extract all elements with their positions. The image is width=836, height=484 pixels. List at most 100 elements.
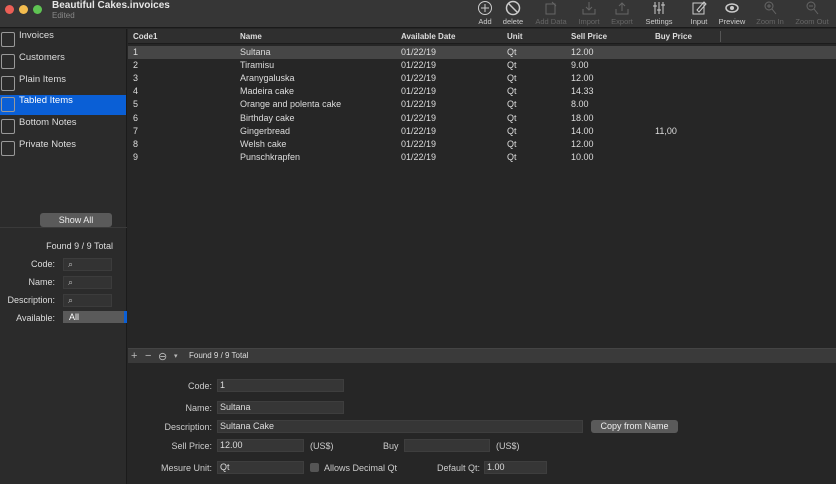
sidebar-divider	[0, 227, 127, 228]
export-toolbar-button[interactable]: Export	[602, 0, 642, 26]
found-count: Found 9 / 9 Total	[46, 241, 113, 251]
eye-icon	[725, 3, 739, 13]
table-bottom-bar: + − ⊖ ▾ Found 9 / 9 Total	[128, 348, 836, 363]
column-header[interactable]: Name	[240, 32, 262, 41]
sidebar-item-bottom-notes[interactable]: Bottom Notes	[0, 117, 126, 137]
table-cell: 01/22/19	[401, 47, 437, 57]
description-field[interactable]: Sultana Cake	[217, 420, 583, 433]
table-row[interactable]: 3 Aranygaluska 01/22/19 Qt 12.00	[128, 72, 836, 85]
column-divider	[720, 31, 721, 42]
table-cell: 8	[133, 138, 139, 149]
code-field[interactable]: 1	[217, 379, 344, 392]
table-cell: 01/22/19	[401, 86, 437, 97]
zoom-out-toolbar-button[interactable]: Zoom Out	[792, 0, 832, 26]
table-icon	[1, 97, 15, 113]
sidebar-item-customers[interactable]: Customers	[0, 52, 126, 72]
add-data-icon	[545, 1, 557, 15]
sidebar-item-label: Invoices	[19, 30, 54, 41]
column-header[interactable]: Unit	[507, 32, 523, 41]
delete-toolbar-button[interactable]: delete	[493, 0, 533, 26]
table-cell: 2	[133, 60, 139, 71]
table-cell: Gingerbread	[240, 125, 291, 136]
code-filter-input[interactable]: ⌕	[63, 258, 112, 271]
table-cell: 9.00	[571, 60, 589, 71]
table-cell: Punschkrapfen	[240, 151, 301, 162]
default-qt-label: Default Qt:	[436, 463, 480, 473]
name-filter-input[interactable]: ⌕	[63, 276, 112, 289]
action-menu-button[interactable]: ⊖	[158, 350, 167, 363]
table-row[interactable]: 2 Tiramisu 01/22/19 Qt 9.00	[128, 59, 836, 72]
table-row[interactable]: 7 Gingerbread 01/22/19 Qt 14.00 11,00	[128, 125, 836, 138]
column-header[interactable]: Sell Price	[571, 32, 607, 41]
table-cell: Sultana	[240, 47, 271, 57]
sidebar-item-invoices[interactable]: Invoices	[0, 30, 126, 50]
table-cell: 12.00	[571, 47, 594, 57]
allows-decimal-checkbox[interactable]	[310, 463, 319, 472]
toolbar-label: Zoom Out	[795, 17, 829, 26]
table-row[interactable]: 9 Punschkrapfen 01/22/19 Qt 10.00	[128, 151, 836, 164]
table-cell: 4	[133, 86, 139, 97]
sidebar-item-plain-items[interactable]: Plain Items	[0, 74, 126, 94]
zoom-in-icon	[764, 1, 777, 15]
table-cell: Qt	[507, 151, 517, 162]
pencil-icon	[692, 1, 707, 15]
table-cell: 3	[133, 73, 139, 84]
column-header[interactable]: Buy Price	[655, 32, 692, 41]
toolbar-label: Settings	[645, 17, 673, 26]
default-qt-field[interactable]: 1.00	[484, 461, 547, 474]
chevron-down-icon[interactable]: ▾	[174, 352, 178, 360]
sidebar-item-label: Customers	[19, 51, 65, 63]
table-header: Code1 Name Available Date Unit Sell Price Buy…	[128, 29, 836, 44]
table-cell: Qt	[507, 73, 517, 84]
show-all-button[interactable]: Show All	[40, 213, 112, 227]
close-window-button[interactable]	[5, 5, 14, 14]
sell-currency-label: (US$)	[310, 441, 334, 451]
copy-from-name-button[interactable]: Copy from Name	[591, 420, 678, 433]
table-cell: 18.00	[571, 112, 594, 123]
buy-price-field[interactable]	[404, 439, 490, 452]
table-cell: Aranygaluska	[240, 73, 295, 84]
private-notes-icon	[1, 141, 15, 156]
zoom-in-toolbar-button[interactable]: Zoom In	[750, 0, 790, 26]
sidebar-item-private-notes[interactable]: Private Notes	[0, 139, 126, 159]
description-filter-input[interactable]: ⌕	[63, 294, 112, 307]
name-field[interactable]: Sultana	[217, 401, 344, 414]
table-row[interactable]: 5 Orange and polenta cake 01/22/19 Qt 8.00	[128, 98, 836, 111]
table-cell: 5	[133, 99, 139, 110]
settings-toolbar-button[interactable]: Settings	[639, 0, 679, 26]
toolbar-label: delete	[502, 17, 524, 26]
table-cell: 01/22/19	[401, 73, 437, 84]
toolbar-label: Preview	[718, 17, 746, 26]
available-filter-select[interactable]: All	[63, 311, 127, 323]
table-row[interactable]: 8 Welsh cake 01/22/19 Qt 12.00	[128, 138, 836, 151]
table-row[interactable]: 1 Sultana 01/22/19 Qt 12.00	[128, 46, 836, 59]
search-icon: ⌕	[68, 295, 74, 305]
plus-circle-icon	[478, 1, 492, 15]
description-filter-label: Description:	[7, 295, 55, 305]
table-cell: Qt	[507, 138, 517, 149]
add-row-button[interactable]: +	[131, 350, 137, 362]
table-cell: 14.00	[571, 125, 594, 136]
remove-row-button[interactable]: −	[145, 350, 151, 362]
buy-currency-label: (US$)	[496, 441, 520, 451]
add-data-toolbar-button[interactable]: Add Data	[531, 0, 571, 26]
window-subtitle: Edited	[52, 11, 75, 20]
table-row[interactable]: 6 Birthday cake 01/22/19 Qt 18.00	[128, 112, 836, 125]
description-label: Description:	[164, 422, 212, 432]
toolbar-label: Add Data	[535, 17, 567, 26]
column-header[interactable]: Code1	[133, 32, 157, 41]
table-cell: Madeira cake	[240, 86, 295, 97]
table-cell: 8.00	[571, 99, 589, 110]
sidebar-item-label: Private Notes	[19, 139, 77, 150]
table-row[interactable]: 4 Madeira cake 01/22/19 Qt 14.33	[128, 85, 836, 98]
sidebar-item-label: Plain Items	[19, 73, 66, 85]
column-header[interactable]: Available Date	[401, 32, 455, 41]
window-title: Beautiful Cakes.invoices	[52, 0, 170, 11]
zoom-window-button[interactable]	[33, 5, 42, 14]
sell-price-field[interactable]: 12.00	[217, 439, 304, 452]
preview-toolbar-button[interactable]: Preview	[712, 0, 752, 26]
measure-unit-field[interactable]: Qt	[217, 461, 304, 474]
sidebar-item-tabled-items[interactable]: Tabled Items	[0, 95, 126, 116]
minimize-window-button[interactable]	[19, 5, 28, 14]
table-cell: Qt	[507, 112, 517, 123]
